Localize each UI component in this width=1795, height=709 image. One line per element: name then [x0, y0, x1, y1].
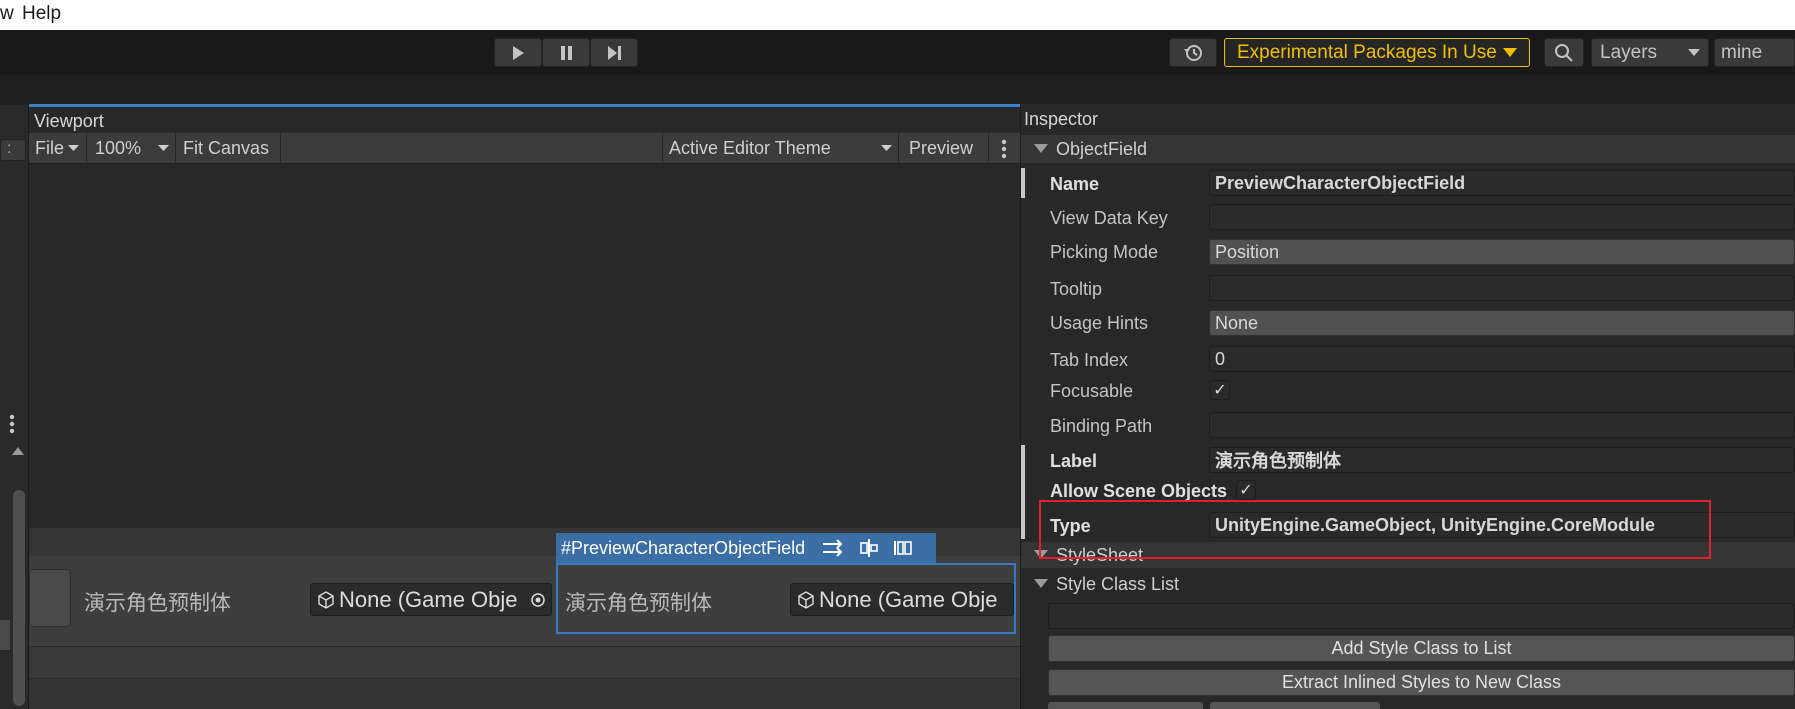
object-field-label: 演示角色预制体 — [84, 592, 231, 615]
menu-bar: w Help — [0, 0, 1795, 30]
prop-usage-hints-label: Usage Hints — [1050, 313, 1149, 333]
fit-canvas-label: Fit Canvas — [183, 138, 270, 158]
prop-allow-scene-objects-checkbox[interactable]: ✓ — [1236, 480, 1256, 500]
layers-label: Layers — [1600, 41, 1658, 63]
chevron-down-icon — [881, 145, 892, 151]
object-field-input[interactable]: None (Game Obje — [310, 583, 552, 616]
section-objectfield-header[interactable]: ObjectField — [1021, 135, 1795, 163]
prop-label-label: Label — [1050, 451, 1098, 471]
override-indicator — [1021, 168, 1025, 198]
file-menu-label: File — [35, 138, 65, 158]
prop-name-label: Name — [1050, 174, 1100, 194]
foldout-arrow-icon — [1034, 579, 1048, 588]
file-menu[interactable]: File — [29, 133, 87, 164]
prop-focusable-checkbox[interactable]: ✓ — [1210, 380, 1230, 400]
object-field-value: None (Game Obje — [819, 586, 998, 612]
preview-label: Preview — [909, 138, 974, 158]
menu-item-view[interactable]: w — [0, 3, 14, 25]
step-button[interactable] — [590, 38, 638, 67]
history-button[interactable] — [1169, 38, 1217, 67]
canvas-element-row-bottom — [29, 678, 1020, 709]
experimental-packages-button[interactable]: Experimental Packages In Use — [1224, 38, 1530, 67]
flex-direction-icon[interactable] — [821, 538, 845, 558]
selected-element-tag[interactable]: #PreviewCharacterObjectField — [556, 533, 936, 563]
left-panel-selection — [0, 620, 10, 650]
play-icon — [513, 45, 524, 60]
align-items-icon[interactable] — [857, 538, 881, 558]
scroll-up-arrow-icon[interactable] — [12, 447, 24, 455]
left-panel-field-text: : — [7, 140, 12, 157]
scrollbar-thumb[interactable] — [13, 490, 25, 706]
step-icon — [608, 45, 621, 60]
object-picker-icon[interactable] — [529, 590, 547, 609]
prop-allow-scene-objects-label: Allow Scene Objects — [1050, 481, 1228, 501]
more-options-icon[interactable] — [9, 413, 15, 435]
partial-button-left[interactable] — [1048, 702, 1203, 709]
prop-tooltip-field[interactable] — [1209, 275, 1795, 301]
prop-tooltip-label: Tooltip — [1050, 279, 1103, 299]
search-icon — [1555, 43, 1573, 62]
extract-styles-button[interactable]: Extract Inlined Styles to New Class — [1048, 669, 1795, 696]
viewport-title: Viewport — [34, 111, 104, 131]
chevron-down-icon — [68, 145, 80, 151]
highlight-annotation-box — [1039, 500, 1711, 559]
viewport-tab[interactable]: Viewport — [29, 105, 1020, 133]
prop-view-data-key-field[interactable] — [1209, 204, 1795, 230]
prop-tab-index-label: Tab Index — [1050, 350, 1129, 370]
canvas-element-row-lower — [29, 646, 1020, 678]
prop-name-field[interactable]: PreviewCharacterObjectField — [1209, 170, 1795, 196]
prop-picking-mode-label: Picking Mode — [1050, 242, 1159, 262]
selected-element-name: #PreviewCharacterObjectField — [561, 537, 806, 558]
layout-dropdown[interactable]: mine — [1714, 38, 1795, 67]
prop-tab-index-field[interactable]: 0 — [1209, 346, 1795, 372]
history-icon — [1184, 44, 1202, 61]
fit-canvas-button[interactable]: Fit Canvas — [177, 133, 281, 164]
object-field-input[interactable]: None (Game Obje — [790, 583, 1014, 616]
theme-label: Active Editor Theme — [669, 138, 831, 158]
pause-icon — [561, 45, 572, 60]
chevron-down-icon — [158, 145, 169, 151]
layout-label: mine — [1721, 41, 1763, 63]
left-panel-field[interactable]: : — [0, 139, 26, 161]
prop-focusable-label: Focusable — [1050, 381, 1134, 401]
gameobject-icon — [318, 590, 334, 609]
section-style-class-list-title: Style Class List — [1056, 573, 1180, 594]
chevron-down-icon — [1502, 47, 1517, 57]
justify-content-icon[interactable] — [893, 538, 915, 558]
search-button[interactable] — [1544, 38, 1584, 67]
theme-dropdown[interactable]: Active Editor Theme — [662, 133, 899, 164]
viewport-more-icon[interactable] — [1001, 139, 1007, 159]
canvas-background — [29, 165, 1020, 530]
section-style-class-list-header[interactable]: Style Class List — [1021, 570, 1795, 598]
override-indicator — [1021, 505, 1025, 539]
section-objectfield-title: ObjectField — [1056, 138, 1148, 159]
prop-label-field[interactable]: 演示角色预制体 — [1209, 447, 1795, 473]
play-button[interactable] — [494, 38, 542, 67]
prop-binding-path-field[interactable] — [1209, 412, 1795, 438]
experimental-packages-label: Experimental Packages In Use — [1237, 41, 1497, 63]
pause-button[interactable] — [542, 38, 590, 67]
override-indicator — [1021, 475, 1025, 505]
toolbar-spacer — [0, 75, 1795, 105]
gameobject-icon — [798, 590, 814, 609]
zoom-dropdown[interactable]: 100% — [89, 133, 176, 164]
add-style-class-button[interactable]: Add Style Class to List — [1048, 635, 1795, 662]
prop-picking-mode-dropdown[interactable]: Position — [1209, 239, 1795, 265]
chevron-down-icon — [1688, 48, 1700, 56]
prop-view-data-key-label: View Data Key — [1050, 208, 1168, 228]
object-field-value: None (Game Obje — [339, 586, 518, 612]
style-class-input[interactable] — [1048, 603, 1795, 629]
prop-binding-path-label: Binding Path — [1050, 416, 1153, 436]
foldout-arrow-icon — [1034, 144, 1048, 153]
zoom-label: 100% — [95, 138, 142, 158]
inspector-title: Inspector — [1024, 109, 1099, 129]
partial-button-right[interactable] — [1210, 702, 1380, 709]
canvas-element-thumbnail[interactable] — [29, 569, 71, 627]
override-indicator — [1021, 445, 1025, 475]
menu-item-help[interactable]: Help — [22, 3, 61, 25]
object-field-label: 演示角色预制体 — [565, 592, 712, 615]
preview-button[interactable]: Preview — [903, 133, 989, 164]
layers-dropdown[interactable]: Layers — [1591, 38, 1709, 67]
prop-usage-hints-dropdown[interactable]: None — [1209, 310, 1795, 336]
